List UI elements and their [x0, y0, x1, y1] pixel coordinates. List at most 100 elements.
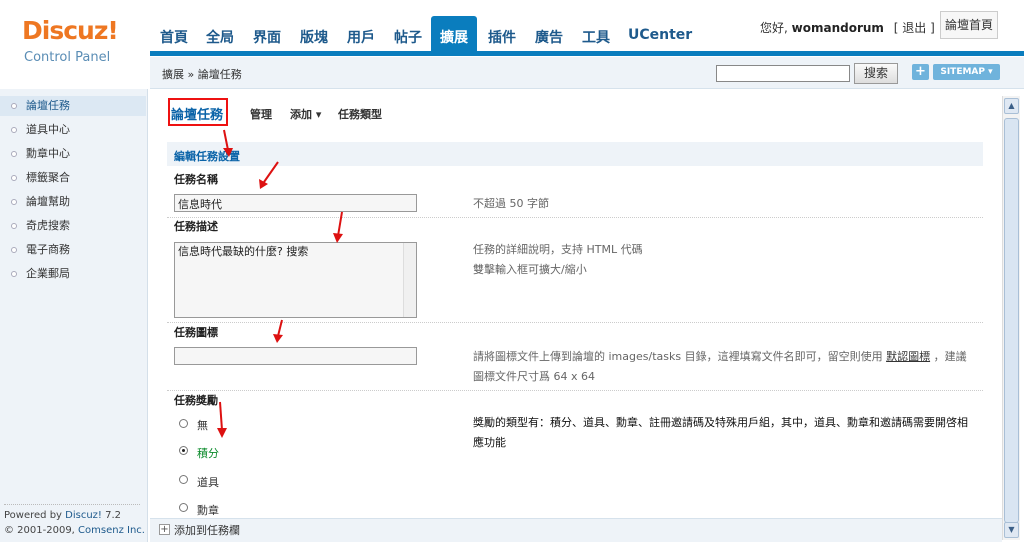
- nav-tab-plugins[interactable]: 插件: [486, 14, 518, 52]
- row-divider: [167, 217, 983, 218]
- sidebar-item-ecommerce[interactable]: 電子商務: [0, 240, 146, 260]
- section-header: 編輯任務設置: [167, 142, 983, 166]
- header: Discuz! Control Panel 首頁 全局 界面 版塊 用戶 帖子 …: [0, 0, 1024, 65]
- bullet-icon: [11, 223, 17, 229]
- default-icon-link[interactable]: 默認圖標: [886, 350, 930, 363]
- annotation-arrow: [223, 129, 233, 157]
- sidebar-item-label: 論壇任務: [26, 99, 70, 112]
- main-content: 論壇任務 管理 添加 ▾ 任務類型 編輯任務設置 任務名稱 信息時代 不超過 5…: [150, 90, 1002, 520]
- nav-tab-home[interactable]: 首頁: [158, 14, 190, 52]
- tab-add-dropdown[interactable]: 添加 ▾: [290, 106, 321, 122]
- bullet-icon: [11, 271, 17, 277]
- task-desc-hint-2: 雙擊輸入框可擴大/縮小: [473, 263, 587, 276]
- annotation-arrow: [217, 401, 227, 438]
- sitemap-button[interactable]: SITEMAP ▾: [933, 64, 1000, 80]
- scroll-up-icon[interactable]: ▲: [1004, 98, 1019, 114]
- bullet-icon: [11, 151, 17, 157]
- sidebar-item-forum-help[interactable]: 論壇幫助: [0, 192, 146, 212]
- nav-tab-posts[interactable]: 帖子: [392, 14, 424, 52]
- reward-option-none[interactable]: 無: [197, 417, 208, 433]
- task-icon-hint: 請將圖標文件上傳到論壇的 images/tasks 目錄，這裡填寫文件名即可，留…: [473, 347, 967, 367]
- row-divider: [167, 390, 983, 391]
- sidebar-item-label: 企業郵局: [26, 267, 70, 280]
- nav-tab-users[interactable]: 用戶: [345, 14, 377, 52]
- sidebar-item-qihoo-search[interactable]: 奇虎搜索: [0, 216, 146, 236]
- sidebar-item-label: 勳章中心: [26, 147, 70, 160]
- task-desc-hint-1: 任務的詳細說明，支持 HTML 代碼: [473, 243, 643, 256]
- sidebar-item-label: 奇虎搜索: [26, 219, 70, 232]
- task-icon-input[interactable]: [174, 347, 417, 365]
- task-name-hint: 不超過 50 字節: [473, 197, 549, 210]
- powered-version: 7.2: [101, 510, 122, 521]
- nav-underline: [150, 51, 1024, 56]
- sidebar-item-label: 電子商務: [26, 243, 70, 256]
- textarea-scrollbar[interactable]: [403, 243, 416, 317]
- sidebar-item-enterprise-mail[interactable]: 企業郵局: [0, 264, 146, 284]
- logout-link[interactable]: [ 退出 ]: [894, 21, 935, 35]
- sidebar-item-label: 論壇幫助: [26, 195, 70, 208]
- copyright-prefix: © 2001-2009,: [4, 525, 79, 536]
- nav-tab-tools[interactable]: 工具: [580, 14, 612, 52]
- greeting-text: 您好,: [760, 21, 788, 35]
- bullet-icon: [11, 247, 17, 253]
- comsenz-link[interactable]: Comsenz Inc.: [78, 525, 145, 536]
- reward-option-props[interactable]: 道具: [197, 474, 219, 490]
- bullet-icon: [11, 199, 17, 205]
- nav-tab-ads[interactable]: 廣告: [533, 14, 565, 52]
- sidebar-item-props-center[interactable]: 道具中心: [0, 120, 146, 140]
- sidebar-item-tag-aggregation[interactable]: 標籤聚合: [0, 168, 146, 188]
- task-icon-label: 任務圖標: [174, 326, 218, 339]
- annotation-arrow: [333, 211, 343, 243]
- task-name-label: 任務名稱: [174, 173, 218, 186]
- page-title[interactable]: 論壇任務: [171, 104, 223, 123]
- sidebar-item-forum-tasks[interactable]: 論壇任務: [0, 96, 146, 116]
- forum-home-button[interactable]: 論壇首頁: [940, 11, 998, 39]
- add-to-taskbar-link[interactable]: 添加到任務欄: [174, 522, 240, 538]
- discuz-link[interactable]: Discuz!: [65, 510, 102, 521]
- tab-manage[interactable]: 管理: [250, 106, 272, 122]
- breadcrumb-bar: 擴展 » 論壇任務 搜索 + SITEMAP ▾: [150, 57, 1024, 89]
- breadcrumb: 擴展 » 論壇任務: [162, 68, 242, 81]
- plus-icon[interactable]: +: [159, 524, 170, 535]
- task-desc-label: 任務描述: [174, 220, 218, 233]
- nav-tab-forums[interactable]: 版塊: [298, 14, 330, 52]
- task-desc-textarea[interactable]: 信息時代最缺的什麼? 搜索: [174, 242, 417, 318]
- bullet-icon: [11, 103, 17, 109]
- task-icon-hint-text: 請將圖標文件上傳到論壇的 images/tasks 目錄，這裡填寫文件名即可，留…: [473, 350, 883, 363]
- sidebar: 論壇任務 道具中心 勳章中心 標籤聚合 論壇幫助 奇虎搜索 電子商務 企業郵局 …: [0, 89, 148, 542]
- reward-hint: 獎勵的類型有：積分、道具、勳章、註冊邀請碼及特殊用戶組，其中，道具、勳章和邀請碼…: [473, 416, 968, 449]
- scroll-thumb[interactable]: [1004, 118, 1019, 523]
- vertical-scrollbar[interactable]: ▲ ▼: [1002, 96, 1020, 540]
- annotation-arrow: [273, 319, 283, 343]
- user-info: 您好, womandorum [ 退出 ]: [760, 19, 935, 36]
- powered-prefix: Powered by: [4, 510, 66, 521]
- reward-option-credits[interactable]: 積分: [197, 445, 219, 461]
- logo-brand: Discuz!: [22, 16, 119, 45]
- annotation-arrow: [259, 161, 279, 189]
- search-button[interactable]: 搜索: [854, 63, 898, 84]
- reward-option-medal[interactable]: 勳章: [197, 502, 219, 518]
- add-shortcut-button[interactable]: +: [912, 64, 929, 80]
- sidebar-item-label: 道具中心: [26, 123, 70, 136]
- reward-radio-credits[interactable]: [179, 446, 188, 455]
- task-reward-label: 任務獎勵: [174, 394, 218, 407]
- bullet-icon: [11, 175, 17, 181]
- reward-radio-props[interactable]: [179, 475, 188, 484]
- reward-radio-none[interactable]: [179, 419, 188, 428]
- nav-tab-extensions[interactable]: 擴展: [431, 16, 477, 52]
- nav-tab-interface[interactable]: 界面: [251, 14, 283, 52]
- sidebar-divider: [4, 504, 140, 505]
- nav-tab-global[interactable]: 全局: [204, 14, 236, 52]
- bullet-icon: [11, 127, 17, 133]
- logo[interactable]: Discuz! Control Panel: [0, 0, 148, 92]
- task-name-input[interactable]: 信息時代: [174, 194, 417, 212]
- nav-tab-ucenter[interactable]: UCenter: [628, 14, 692, 52]
- powered-by: Powered by Discuz! 7.2 © 2001-2009, Coms…: [4, 508, 145, 538]
- scroll-down-icon[interactable]: ▼: [1004, 522, 1019, 538]
- logo-subtitle: Control Panel: [24, 50, 111, 65]
- bottom-bar: + 添加到任務欄: [150, 518, 1002, 542]
- reward-radio-medal[interactable]: [179, 503, 188, 512]
- tab-task-types[interactable]: 任務類型: [338, 106, 382, 122]
- search-input[interactable]: [716, 65, 850, 82]
- sidebar-item-medal-center[interactable]: 勳章中心: [0, 144, 146, 164]
